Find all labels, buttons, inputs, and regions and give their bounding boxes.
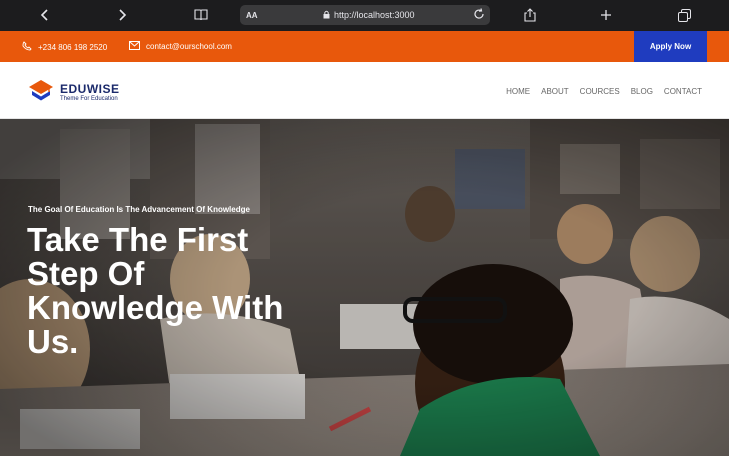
brand-logo[interactable]: EDUWISE Theme For Education xyxy=(28,78,120,107)
nav-item-blog[interactable]: BLOG xyxy=(631,87,653,96)
text-size-button[interactable]: AA xyxy=(246,11,258,20)
phone-number: +234 806 198 2520 xyxy=(38,42,108,52)
book-icon[interactable] xyxy=(191,5,211,25)
hero-title: Take The First Step Of Knowledge With Us… xyxy=(27,221,284,360)
logo-mark-icon xyxy=(28,78,54,107)
main-navbar: EDUWISE Theme For Education HOME ABOUT C… xyxy=(0,62,729,119)
email-contact[interactable]: contact@ourschool.com xyxy=(129,41,232,52)
apply-now-button[interactable]: Apply Now xyxy=(634,31,707,62)
back-icon[interactable] xyxy=(36,5,54,25)
nav-item-home[interactable]: HOME xyxy=(506,87,530,96)
new-tab-icon[interactable] xyxy=(597,5,615,25)
hero-section: The Goal Of Education Is The Advancement… xyxy=(0,119,729,456)
phone-icon xyxy=(22,41,32,53)
share-icon[interactable] xyxy=(521,5,539,25)
brand-name: EDUWISE xyxy=(60,81,120,96)
forward-icon[interactable] xyxy=(113,5,131,25)
nav-item-cources[interactable]: COURCES xyxy=(580,87,620,96)
mail-icon xyxy=(129,41,140,52)
nav-item-about[interactable]: ABOUT xyxy=(541,87,569,96)
email-address: contact@ourschool.com xyxy=(146,42,232,51)
nav-item-contact[interactable]: CONTACT xyxy=(664,87,702,96)
contact-bar: +234 806 198 2520 contact@ourschool.com … xyxy=(0,31,729,62)
address-bar[interactable]: AA http://localhost:3000 xyxy=(240,5,490,25)
tabs-overview-icon[interactable] xyxy=(675,5,693,25)
brand-tagline: Theme For Education xyxy=(60,95,118,102)
phone-contact[interactable]: +234 806 198 2520 xyxy=(22,41,107,53)
hero-subtitle: The Goal Of Education Is The Advancement… xyxy=(28,205,250,214)
reload-icon[interactable] xyxy=(473,8,485,22)
url-text: http://localhost:3000 xyxy=(334,10,415,20)
lock-icon xyxy=(323,10,330,21)
nav-menu: HOME ABOUT COURCES BLOG CONTACT xyxy=(506,87,702,96)
browser-toolbar: AA http://localhost:3000 xyxy=(0,0,729,31)
